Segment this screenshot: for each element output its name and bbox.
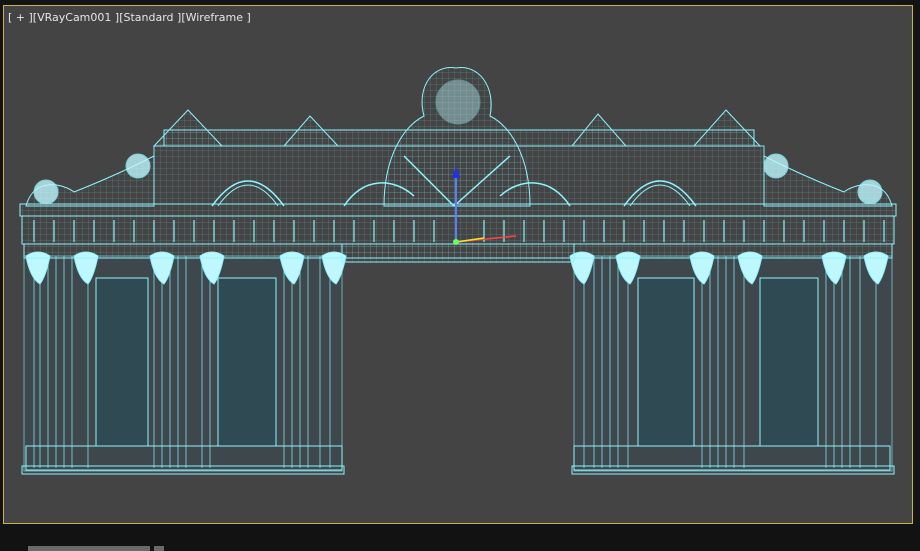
left-pier <box>21 251 347 475</box>
viewport-menu-plus[interactable]: [ + ] <box>8 11 33 24</box>
viewport-shading-standard[interactable]: [Standard ] <box>119 11 181 24</box>
gizmo-origin[interactable] <box>453 239 459 245</box>
entablature <box>19 203 897 263</box>
scene-wireframe[interactable] <box>4 6 914 525</box>
viewport-display-wireframe[interactable]: [Wireframe ] <box>181 11 250 24</box>
viewport-label-bar: [ + ][VRayCam001 ][Standard ][Wireframe … <box>8 11 251 24</box>
viewport-frame: [ + ][VRayCam001 ][Standard ][Wireframe … <box>0 0 920 551</box>
gateway-wireframe <box>19 67 897 475</box>
right-pier <box>569 251 895 475</box>
timeline-slider-arrow[interactable] <box>154 546 164 551</box>
timeline-slider-handle[interactable] <box>28 546 150 551</box>
camera-viewport[interactable]: [ + ][VRayCam001 ][Standard ][Wireframe … <box>3 5 913 524</box>
viewport-camera-label[interactable]: [VRayCam001 ] <box>33 11 119 24</box>
